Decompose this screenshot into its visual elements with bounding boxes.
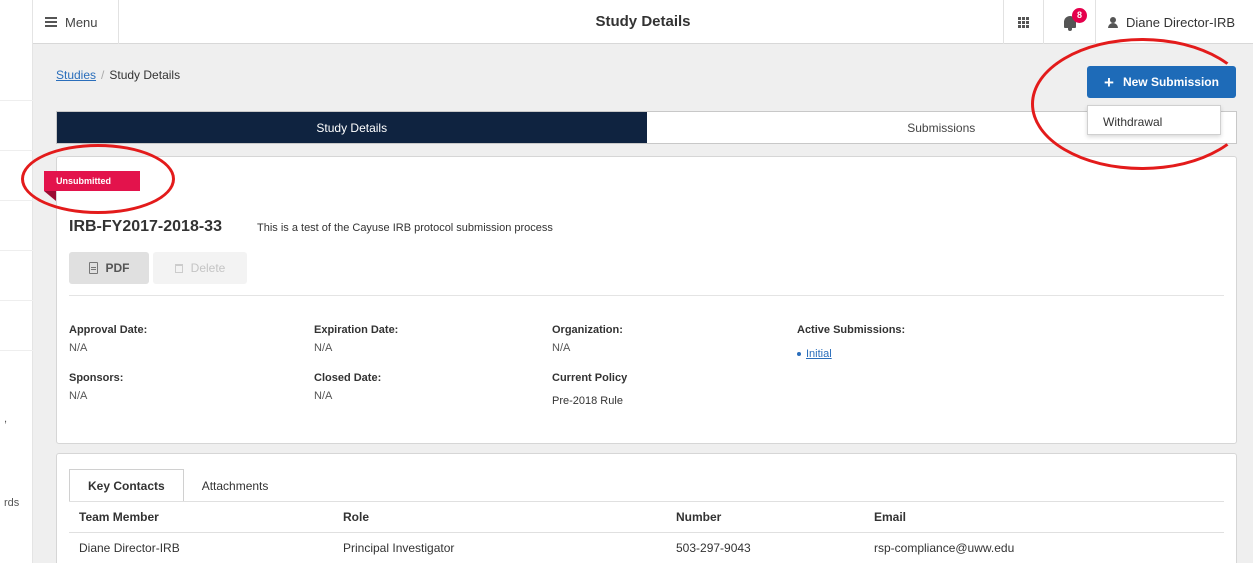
gutter-divider (0, 200, 33, 201)
delete-label: Delete (190, 261, 226, 275)
expiration-date-label: Expiration Date: (314, 324, 399, 336)
gutter-divider (0, 350, 33, 351)
gutter-divider (0, 250, 33, 251)
sponsors-label: Sponsors: (69, 372, 124, 384)
breadcrumb-current: Study Details (109, 68, 181, 82)
background-app-gutter: , rds (0, 0, 33, 563)
gutter-text: rds (4, 497, 20, 509)
new-submission-button[interactable]: + New Submission (1087, 66, 1236, 98)
column-header: Role (333, 501, 666, 533)
bullet (797, 352, 801, 357)
column-header: Team Member (69, 501, 333, 533)
new-submission-dropdown: Withdrawal (1087, 105, 1221, 135)
notifications-button[interactable]: 8 (1043, 0, 1095, 44)
current-policy-label: Current Policy (552, 372, 628, 384)
main-content: Studies / Study Details + New Submission W… (33, 44, 1253, 563)
sponsors-field: Sponsors: N/A (69, 372, 123, 402)
apps-button[interactable] (1003, 0, 1043, 44)
approval-date-value: N/A (69, 342, 88, 354)
organization-value: N/A (552, 342, 571, 354)
tab-attachments[interactable]: Attachments (184, 469, 287, 502)
user-icon (1108, 16, 1118, 28)
role-cell: Principal Investigator (333, 532, 666, 563)
status-badge: Unsubmitted (44, 171, 140, 191)
gutter-divider (0, 300, 33, 301)
key-contacts-table: Team Member Role Number Email Diane Dire… (69, 501, 1224, 563)
contacts-card: Key Contacts Attachments Team Member Rol… (56, 453, 1237, 563)
apps-grid-icon (1018, 16, 1029, 28)
closed-date-value: N/A (314, 390, 333, 402)
study-description: This is a test of the Cayuse IRB protoco… (257, 222, 553, 234)
pdf-label: PDF (105, 261, 130, 275)
breadcrumb: Studies / Study Details (56, 68, 180, 82)
email-cell: rsp-compliance@uww.edu (864, 532, 1224, 563)
table-row: Diane Director-IRB Principal Investigato… (69, 532, 1224, 563)
expiration-date-value: N/A (314, 342, 333, 354)
study-id: IRB-FY2017-2018-33 (69, 218, 222, 235)
top-header: Menu Study Details 8 Diane Director-IRB (33, 0, 1253, 44)
status-ribbon-fold (44, 191, 56, 201)
contacts-tabs: Key Contacts Attachments (69, 469, 286, 502)
plus-icon: + (1104, 72, 1114, 92)
hamburger-icon (45, 17, 57, 27)
active-submissions-field: Active Submissions: Initial (797, 324, 905, 360)
tab-key-contacts[interactable]: Key Contacts (69, 469, 184, 502)
breadcrumb-separator: / (101, 68, 105, 82)
table-header-row: Team Member Role Number Email (69, 501, 1224, 533)
sponsors-value: N/A (69, 390, 88, 402)
organization-field: Organization: N/A (552, 324, 623, 354)
gutter-divider (0, 150, 33, 151)
number-cell: 503-297-9043 (666, 532, 864, 563)
delete-button[interactable]: Delete (153, 252, 247, 284)
menu-label: Menu (65, 14, 98, 30)
closed-date-label: Closed Date: (314, 372, 382, 384)
user-menu[interactable]: Diane Director-IRB (1095, 0, 1253, 44)
active-submission-list-item: Initial (797, 348, 905, 360)
pdf-button[interactable]: PDF (69, 252, 149, 284)
current-policy-value: Pre-2018 Rule (552, 395, 623, 407)
pdf-file-icon (88, 262, 98, 274)
menu-button[interactable]: Menu (33, 0, 119, 44)
current-policy-field: Current Policy Pre-2018 Rule (552, 372, 627, 407)
active-submission-link-initial[interactable]: Initial (806, 348, 832, 360)
approval-date-field: Approval Date: N/A (69, 324, 147, 354)
approval-date-label: Approval Date: (69, 324, 148, 336)
new-submission-label: New Submission (1122, 75, 1219, 89)
active-submissions-label: Active Submissions: (797, 324, 906, 336)
gutter-text: , (4, 413, 8, 425)
organization-label: Organization: (552, 324, 623, 336)
dropdown-item-withdrawal[interactable]: Withdrawal (1103, 115, 1205, 129)
tab-study-details[interactable]: Study Details (57, 112, 647, 143)
notification-count-badge: 8 (1072, 8, 1087, 23)
closed-date-field: Closed Date: N/A (314, 372, 381, 402)
team-member-cell: Diane Director-IRB (69, 532, 333, 563)
trash-icon (174, 263, 183, 273)
column-header: Email (864, 501, 1224, 533)
expiration-date-field: Expiration Date: N/A (314, 324, 398, 354)
breadcrumb-link-studies[interactable]: Studies (56, 68, 96, 82)
column-header: Number (666, 501, 864, 533)
user-name: Diane Director-IRB (1126, 14, 1236, 30)
divider (69, 295, 1224, 296)
study-summary-card: Unsubmitted IRB-FY2017-2018-33 This is a… (44, 156, 1237, 444)
study-tabs: Study Details Submissions (56, 111, 1237, 144)
gutter-divider (0, 100, 33, 101)
